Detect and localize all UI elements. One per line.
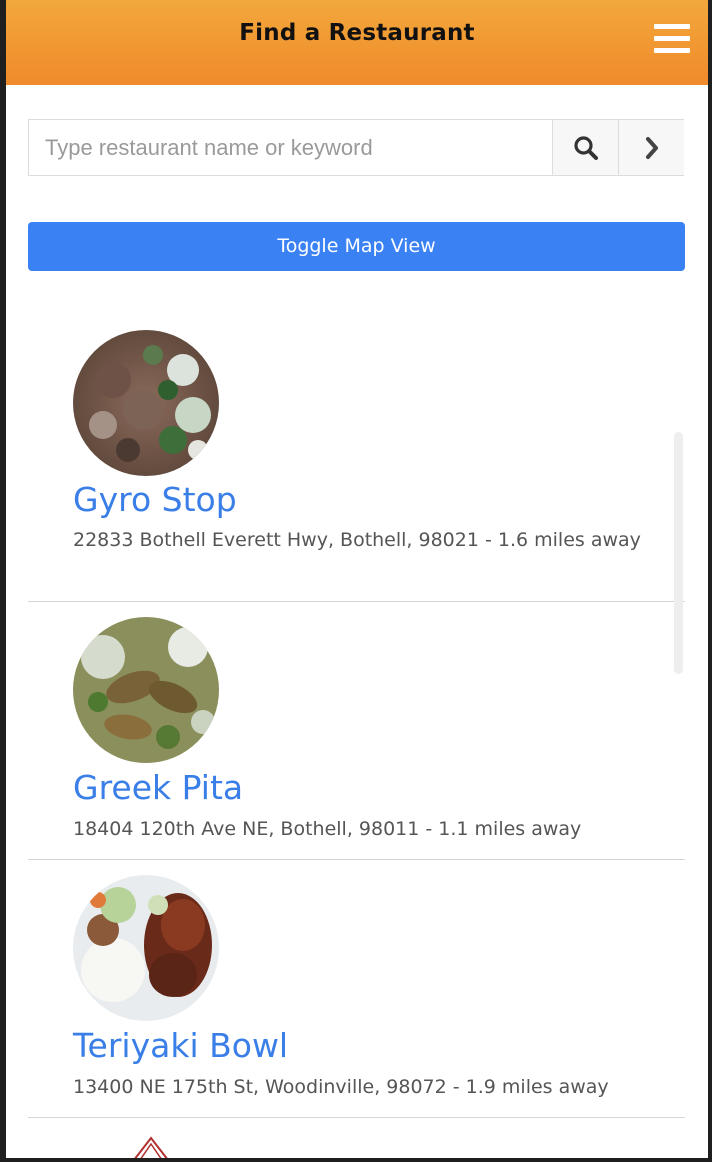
list-item[interactable]: Teriyaki Bowl 13400 NE 175th St, Woodinv… [28, 860, 685, 1118]
restaurant-list: Gyro Stop 22833 Bothell Everett Hwy, Bot… [28, 300, 685, 1118]
restaurant-thumbnail[interactable] [73, 330, 219, 476]
go-button[interactable] [618, 120, 684, 175]
list-item[interactable]: Gyro Stop 22833 Bothell Everett Hwy, Bot… [28, 300, 685, 602]
restaurant-thumbnail[interactable] [73, 875, 219, 1021]
restaurant-name[interactable]: Gyro Stop [73, 480, 237, 519]
header-bar: Find a Restaurant [6, 0, 708, 85]
restaurant-address: 18404 120th Ave NE, Bothell, 98011 - 1.1… [73, 818, 582, 840]
chevron-right-icon [645, 136, 658, 159]
hamburger-menu-icon[interactable] [654, 22, 690, 56]
search-button[interactable] [552, 120, 618, 175]
restaurant-thumbnail[interactable] [73, 617, 219, 763]
restaurant-name[interactable]: Greek Pita [73, 768, 243, 807]
search-input[interactable] [29, 120, 552, 175]
toggle-map-view-button[interactable]: Toggle Map View [28, 222, 685, 271]
list-item[interactable]: Greek Pita 18404 120th Ave NE, Bothell, … [28, 602, 685, 860]
restaurant-address: 13400 NE 175th St, Woodinville, 98072 - … [73, 1076, 609, 1098]
search-bar [28, 119, 684, 176]
scrollbar[interactable] [674, 432, 683, 674]
restaurant-name[interactable]: Teriyaki Bowl [73, 1026, 288, 1065]
app-frame: Find a Restaurant Toggle Map View [6, 0, 708, 1158]
restaurant-logo-partial [126, 1134, 176, 1158]
search-icon [573, 135, 598, 160]
restaurant-address: 22833 Bothell Everett Hwy, Bothell, 9802… [73, 529, 641, 551]
page-title: Find a Restaurant [239, 20, 475, 46]
